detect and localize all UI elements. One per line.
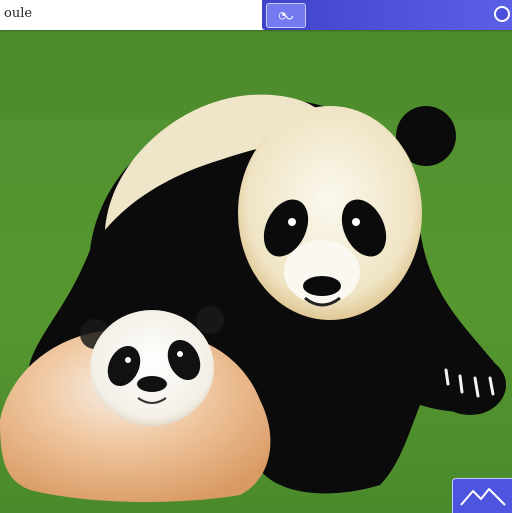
circle-button-icon[interactable] [494,6,510,22]
top-bar: oule ◔◡ [0,0,512,30]
adult-panda-paw [434,355,506,415]
adult-panda-nose [303,276,341,296]
logo-icon: ◔◡ [278,8,294,22]
toolbar-panel: ◔◡ [262,0,512,30]
corner-button[interactable] [452,478,512,513]
panda-photo [0,0,512,512]
cub-nose [137,376,167,392]
mountain-icon [460,488,506,506]
cub-ear-right [196,306,224,334]
app-title: oule [4,6,33,21]
logo-button[interactable]: ◔◡ [266,3,306,28]
